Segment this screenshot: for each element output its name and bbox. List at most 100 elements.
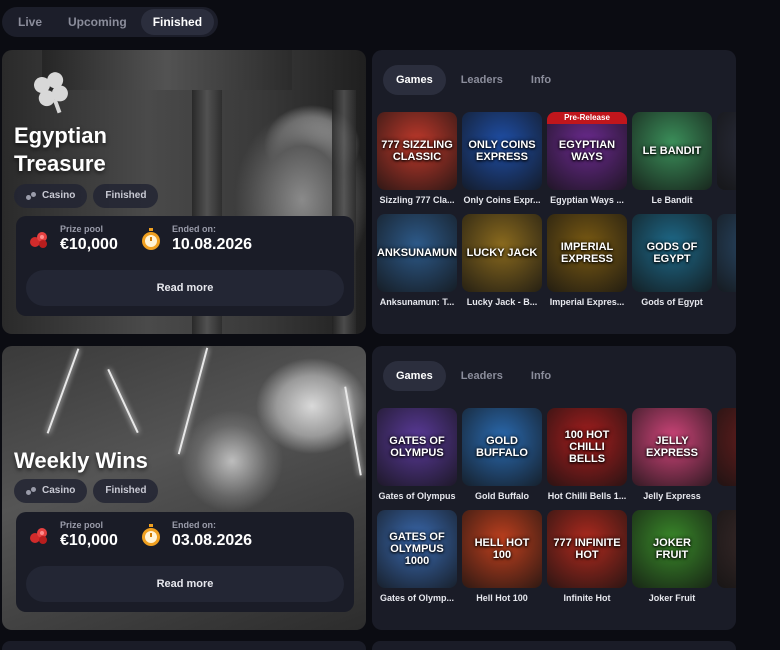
game-thumbnail (717, 510, 736, 588)
game-name: Gods of Egypt (641, 297, 703, 307)
end-date-value: 10.08.2026 (172, 236, 253, 253)
game-name: Gates of Olympus (378, 491, 456, 501)
tag-status: Finished (93, 479, 159, 503)
game-thumbnail: JELLY EXPRESS (632, 408, 712, 486)
game-tile[interactable]: 100 HOT CHILLI BELLS Hot Chilli Bells 1..… (547, 408, 627, 501)
end-date-value: 03.08.2026 (172, 532, 253, 549)
game-tile[interactable] (717, 408, 736, 501)
game-thumbnail: GODS OF EGYPT (632, 214, 712, 292)
game-name: Only Coins Expr... (463, 195, 541, 205)
game-thumbnail: GATES OF OLYMPUS 1000 (377, 510, 457, 588)
game-name: Anksunamun: T... (379, 297, 455, 307)
prize-pool-icon (30, 232, 47, 248)
tab-info[interactable]: Info (518, 65, 564, 95)
tab-upcoming[interactable]: Upcoming (56, 9, 139, 35)
game-art-text: ANKSUNAMUN (377, 247, 457, 259)
game-art-text: JELLY EXPRESS (646, 435, 698, 459)
game-name: Egyptian Ways ... (550, 195, 624, 205)
game-art-text: GATES OF OLYMPUS 1000 (389, 531, 445, 567)
tab-games[interactable]: Games (383, 361, 446, 391)
game-thumbnail: 100 HOT CHILLI BELLS (547, 408, 627, 486)
cherry-icon (26, 191, 36, 201)
tab-finished[interactable]: Finished (140, 9, 215, 35)
game-tile[interactable]: GATES OF OLYMPUS Gates of Olympus (377, 408, 457, 501)
panel-tabs: Games Leaders Info (383, 361, 564, 391)
prize-pool-label: Prize pool (60, 224, 104, 234)
tournaments-page: Live Upcoming Finished Egyptian Treasure… (0, 0, 780, 650)
game-name: Jelly Express (643, 491, 701, 501)
tab-leaders[interactable]: Leaders (448, 65, 516, 95)
game-art-text: JOKER FRUIT (653, 537, 691, 561)
game-thumbnail: 777 SIZZLING CLASSIC (377, 112, 457, 190)
prize-pool-value: €10,000 (60, 236, 118, 253)
game-tile[interactable] (717, 112, 736, 205)
game-tile[interactable]: IMPERIAL EXPRESS Imperial Expres... (547, 214, 627, 307)
read-more-button[interactable]: Read more (26, 566, 344, 602)
game-name: Joker Fruit (648, 593, 696, 603)
game-thumbnail: LUCKY JACK (462, 214, 542, 292)
game-tile[interactable]: ONLY COINS EXPRESS Only Coins Expr... (462, 112, 542, 205)
game-thumbnail (717, 214, 736, 292)
pre-release-badge: Pre-Release (547, 112, 627, 124)
game-tile[interactable]: JELLY EXPRESS Jelly Express (632, 408, 712, 501)
game-thumbnail: ANKSUNAMUN (377, 214, 457, 292)
game-tile[interactable]: Eg (717, 214, 736, 307)
games-grid: 777 SIZZLING CLASSIC Sizzling 777 Cla... O… (377, 112, 736, 307)
game-name: Gold Buffalo (475, 491, 529, 501)
game-art-text: EGYPTIAN WAYS (558, 139, 616, 163)
end-date-label: Ended on: (172, 224, 216, 234)
game-name: Infinite Hot (563, 593, 611, 603)
game-name: Lucky Jack - B... (466, 297, 538, 307)
game-tile[interactable]: LUCKY JACK Lucky Jack - B... (462, 214, 542, 307)
end-date-label: Ended on: (172, 520, 216, 530)
next-games-panel (372, 641, 736, 650)
tournament-title: Egyptian Treasure (14, 123, 107, 176)
tournament-tags: Casino Finished (14, 184, 159, 208)
game-name: Imperial Expres... (549, 297, 625, 307)
game-thumbnail: HELL HOT 100 (462, 510, 542, 588)
tournament-card[interactable]: Egyptian Treasure Casino Finished Prize … (2, 50, 366, 334)
game-tile[interactable]: ANKSUNAMUN Anksunamun: T... (377, 214, 457, 307)
tournament-info-panel: Prize pool €10,000 Ended on: 10.08.2026 … (16, 216, 354, 316)
game-tile[interactable]: LE BANDIT Le Bandit (632, 112, 712, 205)
game-thumbnail: 777 INFINITE HOT (547, 510, 627, 588)
tag-label: Casino (42, 485, 76, 496)
game-tile[interactable] (717, 510, 736, 603)
next-tournament-card[interactable] (2, 641, 366, 650)
tag-label: Finished (105, 485, 147, 496)
tab-live[interactable]: Live (6, 9, 54, 35)
games-grid: GATES OF OLYMPUS Gates of Olympus GOLD BUF… (377, 408, 736, 603)
tournament-card[interactable]: Weekly Wins Casino Finished Prize pool €… (2, 346, 366, 630)
game-thumbnail: GATES OF OLYMPUS (377, 408, 457, 486)
game-thumbnail: LE BANDIT (632, 112, 712, 190)
prize-pool-value: €10,000 (60, 532, 118, 549)
game-name: Gates of Olymp... (379, 593, 455, 603)
status-tabs: Live Upcoming Finished (2, 7, 219, 37)
read-more-button[interactable]: Read more (26, 270, 344, 306)
panel-tabs: Games Leaders Info (383, 65, 564, 95)
games-panel: Games Leaders Info GATES OF OLYMPUS Gates… (372, 346, 736, 630)
prize-pool-label: Prize pool (60, 520, 104, 530)
cherry-icon (26, 486, 36, 496)
game-thumbnail (717, 408, 736, 486)
game-tile[interactable]: 777 SIZZLING CLASSIC Sizzling 777 Cla... (377, 112, 457, 205)
tab-leaders[interactable]: Leaders (448, 361, 516, 391)
tournament-title: Weekly Wins (14, 448, 148, 473)
prize-pool-icon (30, 528, 47, 544)
game-tile[interactable]: 777 INFINITE HOT Infinite Hot (547, 510, 627, 603)
game-name: Eg (717, 297, 736, 307)
tab-games[interactable]: Games (383, 65, 446, 95)
game-thumbnail: IMPERIAL EXPRESS (547, 214, 627, 292)
tab-info[interactable]: Info (518, 361, 564, 391)
game-tile[interactable]: GOLD BUFFALO Gold Buffalo (462, 408, 542, 501)
game-thumbnail (717, 112, 736, 190)
game-art-text: GATES OF OLYMPUS (389, 435, 445, 459)
game-tile[interactable]: EGYPTIAN WAYS Pre-Release Egyptian Ways ..… (547, 112, 627, 205)
game-tile[interactable]: HELL HOT 100 Hell Hot 100 (462, 510, 542, 603)
game-tile[interactable]: JOKER FRUIT Joker Fruit (632, 510, 712, 603)
game-thumbnail: EGYPTIAN WAYS Pre-Release (547, 112, 627, 190)
game-art-text: IMPERIAL EXPRESS (560, 241, 614, 265)
game-tile[interactable]: GODS OF EGYPT Gods of Egypt (632, 214, 712, 307)
game-tile[interactable]: GATES OF OLYMPUS 1000 Gates of Olymp... (377, 510, 457, 603)
tag-label: Casino (42, 190, 76, 201)
